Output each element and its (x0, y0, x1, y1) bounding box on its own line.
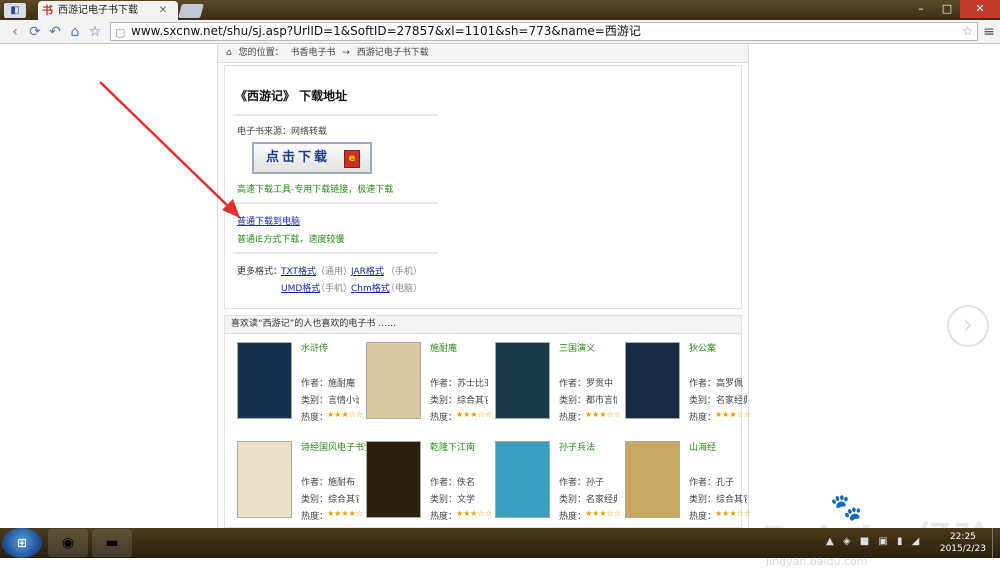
tray-icons[interactable]: ▲ ◈ ■ ▣ ▮ ◢ (826, 536, 922, 547)
windows-taskbar: ⊞ ◉ ▬ ▲ ◈ ■ ▣ ▮ ◢ 22:25 2015/2/23 (0, 528, 1000, 558)
start-button[interactable]: ⊞ (2, 528, 42, 558)
red-annotation-arrow-icon (99, 81, 240, 218)
ie-browser-icon[interactable]: ◉ (48, 529, 88, 557)
folder-icon[interactable]: ▬ (92, 529, 132, 557)
system-tray: ▲ ◈ ■ ▣ ▮ ◢ 22:25 2015/2/23 (820, 528, 1000, 558)
show-desktop-button[interactable] (992, 528, 1000, 558)
clock[interactable]: 22:25 2015/2/23 (940, 531, 986, 555)
clock-time: 22:25 (949, 532, 976, 542)
clock-date: 2015/2/23 (939, 544, 986, 554)
